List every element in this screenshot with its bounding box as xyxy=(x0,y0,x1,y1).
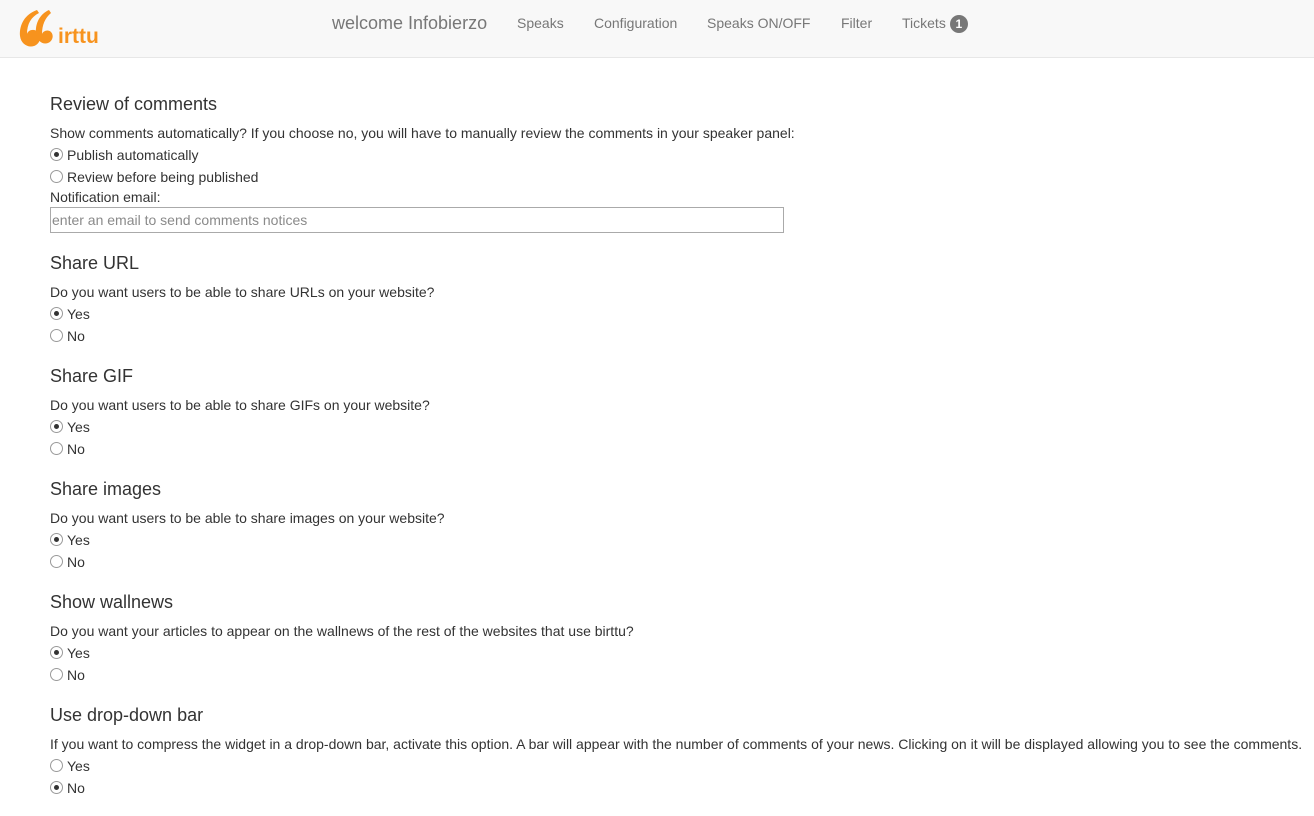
radio-button[interactable] xyxy=(50,668,63,681)
tickets-count-badge: 1 xyxy=(949,15,968,33)
radio-button[interactable] xyxy=(50,646,63,659)
radio-label: No xyxy=(67,667,85,683)
radio-label: No xyxy=(67,441,85,457)
nav-speaks[interactable]: Speaks xyxy=(517,14,564,32)
nav-speaks-on-off[interactable]: Speaks ON/OFF xyxy=(707,14,810,32)
radio-button[interactable] xyxy=(50,170,63,183)
radio-label: Yes xyxy=(67,532,90,548)
nav-configuration[interactable]: Configuration xyxy=(594,14,677,32)
radio-button[interactable] xyxy=(50,533,63,546)
radio-button[interactable] xyxy=(50,781,63,794)
nav-tickets-label: Tickets xyxy=(902,15,946,31)
radio-button[interactable] xyxy=(50,555,63,568)
dropdown-bar-question: If you want to compress the widget in a … xyxy=(50,736,1303,752)
section-title-share-gif: Share GIF xyxy=(50,366,134,386)
birttu-logo[interactable]: irttu xyxy=(18,7,108,51)
logo-text: irttu xyxy=(58,25,99,48)
welcome-text: welcome Infobierzo xyxy=(332,13,488,33)
radio-label: Yes xyxy=(67,306,90,322)
notification-email-input[interactable] xyxy=(50,207,784,233)
section-title-review: Review of comments xyxy=(50,94,218,114)
nav-tickets[interactable]: Tickets 1 xyxy=(902,14,968,33)
wallnews-question: Do you want your articles to appear on t… xyxy=(50,623,634,639)
radio-button[interactable] xyxy=(50,759,63,772)
section-title-dropdown-bar: Use drop-down bar xyxy=(50,705,204,725)
radio-button[interactable] xyxy=(50,442,63,455)
nav-filter[interactable]: Filter xyxy=(841,14,872,32)
review-question: Show comments automatically? If you choo… xyxy=(50,125,795,141)
radio-label: Publish automatically xyxy=(67,147,199,163)
quote-mark-icon xyxy=(19,10,53,47)
radio-label: No xyxy=(67,328,85,344)
radio-button[interactable] xyxy=(50,307,63,320)
section-title-wallnews: Show wallnews xyxy=(50,592,174,612)
radio-button[interactable] xyxy=(50,148,63,161)
radio-label: Review before being published xyxy=(67,169,259,185)
radio-label: Yes xyxy=(67,645,90,661)
notification-email-label: Notification email: xyxy=(50,189,161,205)
radio-label: No xyxy=(67,780,85,796)
top-navbar: irttu welcome Infobierzo Speaks Configur… xyxy=(0,0,1314,58)
section-title-share-images: Share images xyxy=(50,479,162,499)
radio-button[interactable] xyxy=(50,329,63,342)
share-gif-question: Do you want users to be able to share GI… xyxy=(50,397,430,413)
share-url-question: Do you want users to be able to share UR… xyxy=(50,284,435,300)
share-images-question: Do you want users to be able to share im… xyxy=(50,510,445,526)
radio-label: No xyxy=(67,554,85,570)
radio-label: Yes xyxy=(67,419,90,435)
radio-label: Yes xyxy=(67,758,90,774)
radio-button[interactable] xyxy=(50,420,63,433)
section-title-share-url: Share URL xyxy=(50,253,140,273)
